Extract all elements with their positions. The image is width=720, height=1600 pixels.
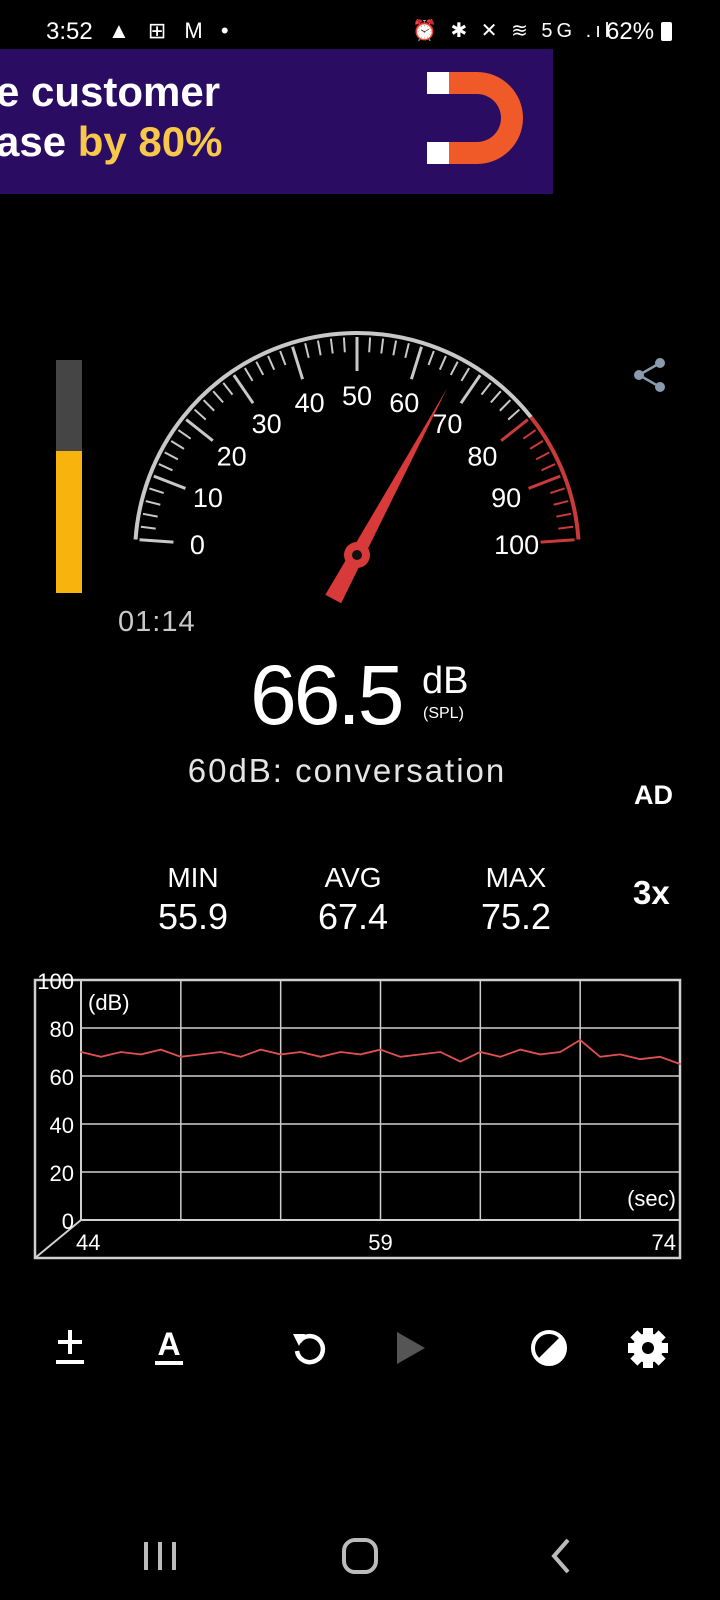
plus-minus-icon xyxy=(56,1330,84,1364)
graph-y-tick: 100 xyxy=(37,969,74,994)
graph-point xyxy=(140,1053,142,1056)
weighting-button[interactable]: A xyxy=(141,1320,197,1376)
graph-point xyxy=(579,1039,582,1041)
graph-x-tick: 74 xyxy=(652,1230,676,1255)
graph-point xyxy=(479,1051,482,1053)
graph-point xyxy=(179,1055,182,1058)
back-icon[interactable] xyxy=(530,1530,590,1582)
graph-y-tick: 60 xyxy=(50,1065,74,1090)
graph-point xyxy=(279,1053,282,1056)
play-icon xyxy=(397,1332,425,1364)
graph-point xyxy=(399,1055,402,1058)
svg-text:A: A xyxy=(157,1326,180,1362)
graph-y-tick: 20 xyxy=(50,1161,74,1186)
graph-y-tick: 0 xyxy=(62,1209,74,1234)
play-button[interactable] xyxy=(381,1320,437,1376)
graph-point xyxy=(599,1055,602,1058)
graph-point xyxy=(159,1048,162,1051)
graph-y-tick: 80 xyxy=(50,1017,74,1042)
graph-point xyxy=(439,1051,442,1053)
history-graph: 100 80 60 40 20 0 (dB) (sec) 44 59 74 xyxy=(33,969,682,1260)
graph-point xyxy=(499,1055,502,1058)
graph-point xyxy=(539,1053,542,1056)
graph-point xyxy=(679,1063,681,1065)
graph-point xyxy=(239,1055,242,1058)
home-icon[interactable] xyxy=(330,1530,390,1582)
recent-apps-icon[interactable] xyxy=(130,1530,190,1582)
graph-point xyxy=(100,1055,102,1058)
graph-x-tick: 44 xyxy=(76,1230,100,1255)
graph-y-tick: 40 xyxy=(50,1113,74,1138)
graph-frame xyxy=(33,978,682,1260)
graph-point xyxy=(619,1053,621,1056)
graph-point xyxy=(659,1055,661,1058)
graph-point xyxy=(319,1055,322,1058)
graph-point xyxy=(379,1048,382,1051)
graph-x-tick: 59 xyxy=(368,1230,392,1255)
graph-point xyxy=(299,1051,302,1053)
reset-button[interactable] xyxy=(282,1320,338,1376)
graph-point xyxy=(219,1051,222,1053)
graph-point xyxy=(259,1048,262,1051)
graph-point xyxy=(419,1053,422,1056)
graph-point xyxy=(519,1048,522,1051)
graph-point xyxy=(559,1051,562,1053)
settings-button[interactable] xyxy=(620,1320,676,1376)
contrast-icon xyxy=(531,1330,567,1366)
graph-y-label: (dB) xyxy=(88,990,130,1015)
graph-point xyxy=(80,1051,82,1053)
graph-point xyxy=(339,1051,342,1053)
a-weighting-icon: A xyxy=(155,1326,183,1365)
calibrate-button[interactable] xyxy=(42,1320,98,1376)
graph-point xyxy=(459,1060,462,1063)
graph-point xyxy=(199,1053,202,1056)
theme-button[interactable] xyxy=(521,1320,577,1376)
graph-point xyxy=(120,1051,122,1053)
graph-point xyxy=(359,1053,362,1056)
gear-icon xyxy=(628,1328,668,1368)
graph-point xyxy=(639,1058,641,1061)
graph-x-label: (sec) xyxy=(627,1186,676,1211)
refresh-icon xyxy=(293,1333,326,1365)
